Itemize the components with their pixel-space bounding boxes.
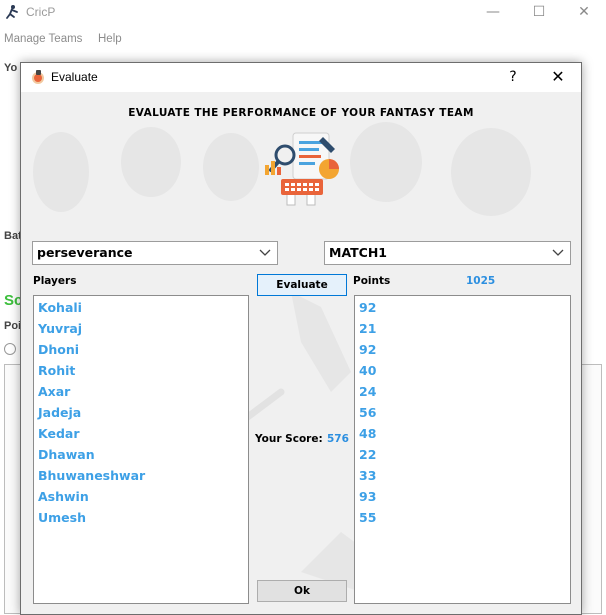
- dialog-close-button[interactable]: ✕: [541, 66, 575, 88]
- list-item-points[interactable]: 40: [359, 363, 376, 378]
- list-item-points[interactable]: 55: [359, 510, 376, 525]
- match-select[interactable]: MATCH1: [324, 241, 571, 265]
- match-select-value: MATCH1: [329, 245, 388, 260]
- list-item-player[interactable]: Kedar: [38, 426, 80, 441]
- list-item-player[interactable]: Rohit: [38, 363, 75, 378]
- background-panel-left: [4, 364, 20, 614]
- minimize-button[interactable]: —: [470, 0, 516, 26]
- list-item-points[interactable]: 93: [359, 489, 376, 504]
- points-label: Points: [353, 275, 391, 287]
- chevron-down-icon: [552, 249, 564, 256]
- analytics-report-illustration: [265, 132, 339, 206]
- list-item-points[interactable]: 56: [359, 405, 376, 420]
- maximize-button[interactable]: ☐: [516, 0, 562, 26]
- list-item-player[interactable]: Kohali: [38, 300, 82, 315]
- screen-root: CricP — ☐ ✕ Manage Teams Help Yo Bat Sc …: [0, 0, 606, 615]
- main-menubar: Manage Teams Help: [0, 30, 606, 50]
- total-points-value: 1025: [466, 275, 496, 287]
- main-window-titlebar: CricP — ☐ ✕: [0, 0, 606, 26]
- menu-manage-teams[interactable]: Manage Teams: [4, 33, 82, 45]
- list-item-player[interactable]: Ashwin: [38, 489, 89, 504]
- list-item-player[interactable]: Dhoni: [38, 342, 79, 357]
- background-label-poi: Poi: [4, 320, 22, 332]
- close-button[interactable]: ✕: [561, 0, 606, 26]
- list-item-player[interactable]: Umesh: [38, 510, 86, 525]
- dialog-help-button[interactable]: ?: [498, 66, 528, 88]
- list-item-player[interactable]: Jadeja: [38, 405, 81, 420]
- list-item-points[interactable]: 92: [359, 300, 376, 315]
- dialog-titlebar: Evaluate ? ✕: [21, 63, 581, 92]
- list-item-points[interactable]: 22: [359, 447, 376, 462]
- list-item-points[interactable]: 21: [359, 321, 376, 336]
- dialog-heading: EVALUATE THE PERFORMANCE OF YOUR FANTASY…: [128, 107, 474, 119]
- score-value: 576: [327, 433, 349, 445]
- list-item-player[interactable]: Dhawan: [38, 447, 95, 462]
- team-select-value: perseverance: [37, 245, 133, 260]
- menu-help[interactable]: Help: [98, 33, 122, 45]
- main-window-title: CricP: [26, 5, 56, 19]
- list-item-player[interactable]: Bhuwaneshwar: [38, 468, 145, 483]
- background-radio: [4, 343, 16, 355]
- list-item-player[interactable]: Yuvraj: [38, 321, 82, 336]
- list-item-points[interactable]: 48: [359, 426, 376, 441]
- evaluate-dialog: Evaluate ? ✕ EVALUATE THE PERFORMANCE OF…: [20, 62, 582, 615]
- list-item-points[interactable]: 24: [359, 384, 376, 399]
- dialog-title: Evaluate: [51, 70, 98, 84]
- list-item-points[interactable]: 92: [359, 342, 376, 357]
- ok-button[interactable]: Ok: [257, 580, 347, 602]
- players-list[interactable]: Kohali Yuvraj Dhoni Rohit Axar Jadeja Ke…: [33, 295, 249, 604]
- evaluate-app-icon: [32, 70, 44, 84]
- points-list[interactable]: 92 21 92 40 24 56 48 22 33 93 55: [354, 295, 571, 604]
- evaluate-button[interactable]: Evaluate: [257, 274, 347, 296]
- list-item-player[interactable]: Axar: [38, 384, 70, 399]
- list-item-points[interactable]: 33: [359, 468, 376, 483]
- team-select[interactable]: perseverance: [32, 241, 278, 265]
- background-panel-right: [580, 364, 602, 614]
- cricket-player-icon: [6, 5, 18, 19]
- background-label-you: Yo: [4, 62, 18, 74]
- score-label: Your Score:: [255, 433, 323, 445]
- chevron-down-icon: [259, 249, 271, 256]
- players-label: Players: [33, 275, 77, 287]
